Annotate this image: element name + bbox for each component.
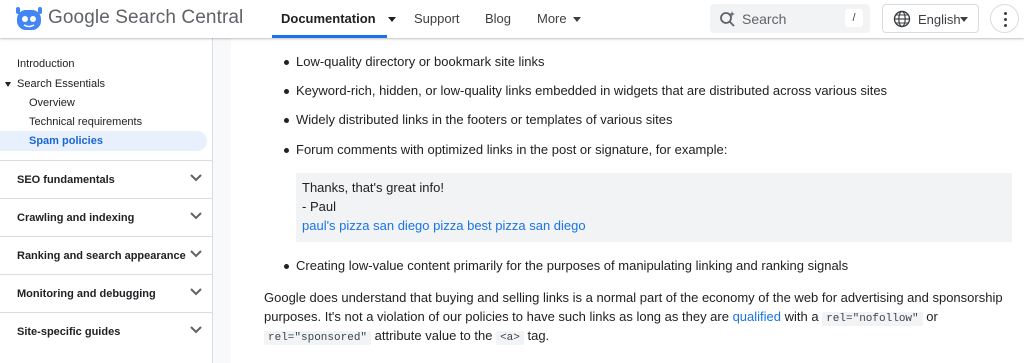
sidebar-section-monitoring-and-debugging[interactable]: Monitoring and debugging [0, 274, 212, 312]
sidebar-item-overview[interactable]: Overview [29, 97, 75, 109]
language-selector[interactable]: English [882, 4, 979, 33]
bullet-marker [284, 264, 289, 269]
sidebar-item-technical-requirements[interactable]: Technical requirements [29, 116, 142, 128]
nav-active-indicator [272, 35, 387, 38]
nav-support[interactable]: Support [414, 11, 460, 26]
chevron-down-icon [190, 326, 202, 334]
sidebar-section-ranking-and-search-appearance[interactable]: Ranking and search appearance [0, 236, 212, 274]
more-options-button[interactable] [990, 4, 1019, 33]
list-item: Forum comments with optimized links in t… [296, 142, 728, 157]
list-item: Keyword-rich, hidden, or low-quality lin… [296, 83, 888, 98]
paragraph-line: Google does understand that buying and s… [264, 290, 1003, 305]
chevron-down-icon [190, 288, 202, 296]
list-item: Creating low-value content primarily for… [296, 258, 849, 273]
paragraph-line: purposes. It's not a violation of our po… [264, 309, 938, 326]
bullet-marker [284, 89, 289, 94]
code-rel-sponsored: rel="sponsored" [264, 331, 372, 345]
nav-documentation-label: Documentation [281, 11, 376, 26]
top-header: Google Search Central Documentation Supp… [0, 0, 1024, 38]
list-item: Low-quality directory or bookmark site l… [296, 54, 545, 69]
quote-line: - Paul [302, 199, 336, 214]
search-spark-icon [720, 11, 735, 27]
chevron-down-icon [387, 17, 396, 23]
more-vert-icon-dot [1004, 24, 1007, 27]
section-label: Monitoring and debugging [17, 288, 156, 300]
chevron-down-icon [190, 174, 202, 182]
nav-more[interactable]: More [537, 11, 581, 26]
caret-down-icon[interactable] [5, 82, 11, 87]
paragraph-text: tag. [523, 328, 550, 343]
code-a-tag: <a> [496, 331, 524, 345]
sidebar-section-crawling-and-indexing[interactable]: Crawling and indexing [0, 198, 212, 236]
bullet-marker [284, 60, 289, 65]
sidebar-nav: Introduction Search Essentials Overview … [0, 38, 213, 363]
paragraph-text: with a [781, 309, 823, 324]
quote-line: Thanks, that's great info! [302, 180, 444, 195]
example-quote-block: Thanks, that's great info! - Paul paul's… [296, 173, 1012, 242]
bullet-marker [284, 118, 289, 123]
paragraph-line: rel="sponsored" attribute value to the <… [264, 328, 550, 345]
list-item: Widely distributed links in the footers … [296, 112, 673, 127]
section-label: Crawling and indexing [17, 212, 135, 224]
sidebar-item-spam-policies[interactable]: Spam policies [29, 135, 103, 147]
chevron-down-icon [190, 250, 202, 258]
search-placeholder: Search [742, 11, 787, 27]
paragraph-text: purposes. It's not a violation of our po… [264, 309, 733, 324]
chevron-down-icon [572, 17, 581, 23]
article-content: Low-quality directory or bookmark site l… [232, 38, 1024, 363]
nav-blog[interactable]: Blog [485, 11, 511, 26]
google-search-central-logo-icon[interactable] [15, 6, 43, 32]
brand-title[interactable]: Google Search Central [48, 7, 243, 29]
qualified-link[interactable]: qualified [733, 309, 781, 324]
nav-more-label: More [537, 11, 567, 26]
section-label: Site-specific guides [17, 326, 121, 338]
more-vert-icon-dot [1004, 18, 1007, 21]
chevron-down-icon [960, 17, 968, 22]
search-shortcut-key: / [845, 9, 863, 27]
quote-spam-link[interactable]: paul's pizza san diego pizza best pizza … [302, 218, 586, 233]
paragraph-text: attribute value to the [371, 328, 497, 343]
search-input[interactable]: Search / [710, 4, 870, 33]
sidebar-section-site-specific-guides[interactable]: Site-specific guides [0, 312, 212, 350]
sidebar-section-seo-fundamentals[interactable]: SEO fundamentals [0, 160, 212, 198]
sidebar-item-search-essentials[interactable]: Search Essentials [17, 78, 105, 90]
more-vert-icon-dot [1004, 12, 1007, 15]
sidebar-item-introduction[interactable]: Introduction [17, 58, 74, 70]
bullet-marker [284, 148, 289, 153]
code-rel-nofollow: rel="nofollow" [822, 312, 923, 326]
section-label: Ranking and search appearance [17, 250, 186, 262]
paragraph-text: or [922, 309, 938, 324]
chevron-down-icon [190, 212, 202, 220]
content-gutter [213, 38, 231, 363]
section-label: SEO fundamentals [17, 174, 115, 186]
globe-icon [893, 10, 911, 28]
language-label: English [918, 12, 961, 27]
nav-documentation[interactable]: Documentation [281, 11, 396, 26]
